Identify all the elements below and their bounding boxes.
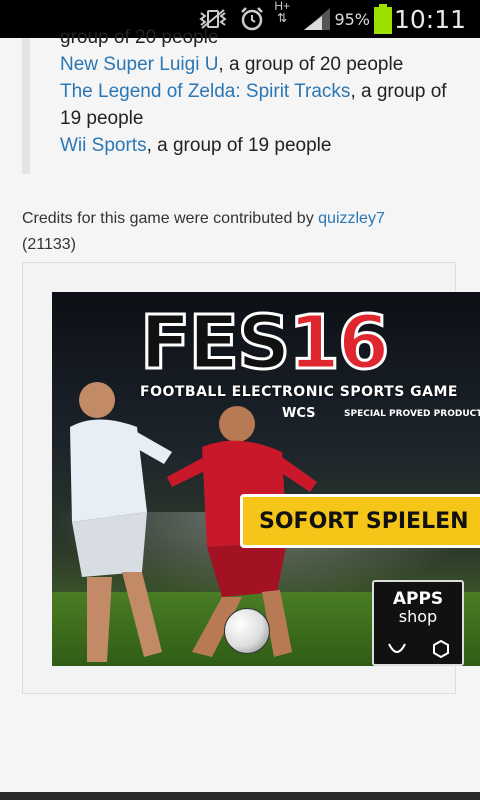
group-size-text: , a group of 20 people: [218, 54, 404, 75]
list-item: The Legend of Zelda: Spirit Tracks, a gr…: [60, 78, 460, 132]
game-link[interactable]: New Super Luigi U: [60, 54, 218, 75]
list-item: Wii Sports, a group of 19 people: [60, 132, 460, 159]
shop-label: shop: [398, 607, 438, 626]
football: [224, 608, 270, 654]
logo-text: FES: [138, 299, 291, 388]
play-now-button[interactable]: SOFORT SPIELEN: [240, 494, 480, 548]
wcs-logo: WCS: [282, 406, 316, 421]
group-size-text: , a group of 19 people: [146, 135, 332, 156]
bottom-bar: [0, 792, 480, 800]
wings-icon: [387, 643, 406, 654]
advertisement-banner[interactable]: FES16 FOOTBALL ELECTRONIC SPORTS GAME WC…: [52, 292, 480, 666]
game-link[interactable]: The Legend of Zelda: Spirit Tracks: [60, 81, 350, 102]
apps-label: APPS: [392, 589, 444, 609]
game-link[interactable]: Wii Sports: [60, 135, 147, 156]
credits-text: Credits for this game were contributed b…: [22, 206, 462, 258]
fes-logo: FES16: [138, 299, 391, 388]
similar-games-list: group of 20 people New Super Luigi U, a …: [60, 24, 460, 159]
list-item-partial: group of 20 people: [60, 27, 219, 48]
logo-number: 16: [287, 299, 391, 388]
blockquote-bar: [22, 38, 30, 174]
apps-shop-badge[interactable]: APPS shop: [372, 580, 464, 666]
credits-prefix: Credits for this game were contributed b…: [22, 210, 319, 227]
contributor-count: (21133): [22, 236, 76, 253]
ad-tagline: FOOTBALL ELECTRONIC SPORTS GAME: [140, 384, 458, 400]
data-arrows-icon: ⇅: [277, 11, 288, 25]
wcs-subtitle: SPECIAL PROVED PRODUCT: [344, 409, 480, 419]
hex-icon: [432, 640, 449, 658]
contributor-link[interactable]: quizzley7: [318, 210, 385, 227]
list-item: New Super Luigi U, a group of 20 people: [60, 51, 460, 78]
